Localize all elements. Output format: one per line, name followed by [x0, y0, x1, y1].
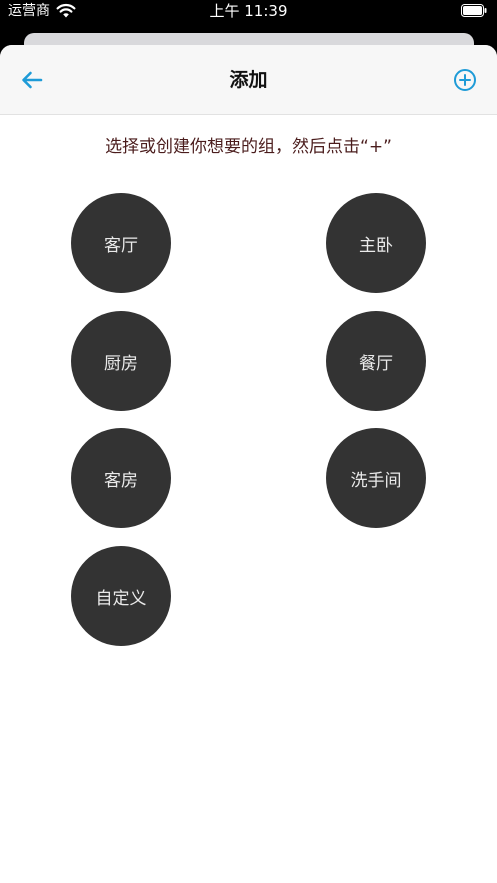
navigation-bar: 添加 [0, 45, 497, 115]
group-button-dining-room[interactable]: 餐厅 [326, 311, 426, 411]
group-button-bathroom[interactable]: 洗手间 [326, 428, 426, 528]
group-button-custom[interactable]: 自定义 [71, 546, 171, 646]
group-button-kitchen[interactable]: 厨房 [71, 311, 171, 411]
plus-circle-icon [454, 69, 476, 91]
group-button-master-bedroom[interactable]: 主卧 [326, 193, 426, 293]
add-sheet: 添加 选择或创建你想要的组，然后点击“+” 客厅 主卧 厨房 餐厅 客房 洗手间… [0, 45, 497, 883]
status-time: 上午 11:39 [209, 2, 288, 20]
page-title: 添加 [229, 69, 268, 91]
group-button-guest-room[interactable]: 客房 [71, 428, 171, 528]
battery-icon [461, 4, 487, 17]
add-button[interactable] [447, 64, 483, 96]
status-bar: 运营商 上午 11:39 [0, 0, 497, 22]
group-button-living-room[interactable]: 客厅 [71, 193, 171, 293]
instruction-text: 选择或创建你想要的组，然后点击“+” [105, 137, 392, 157]
